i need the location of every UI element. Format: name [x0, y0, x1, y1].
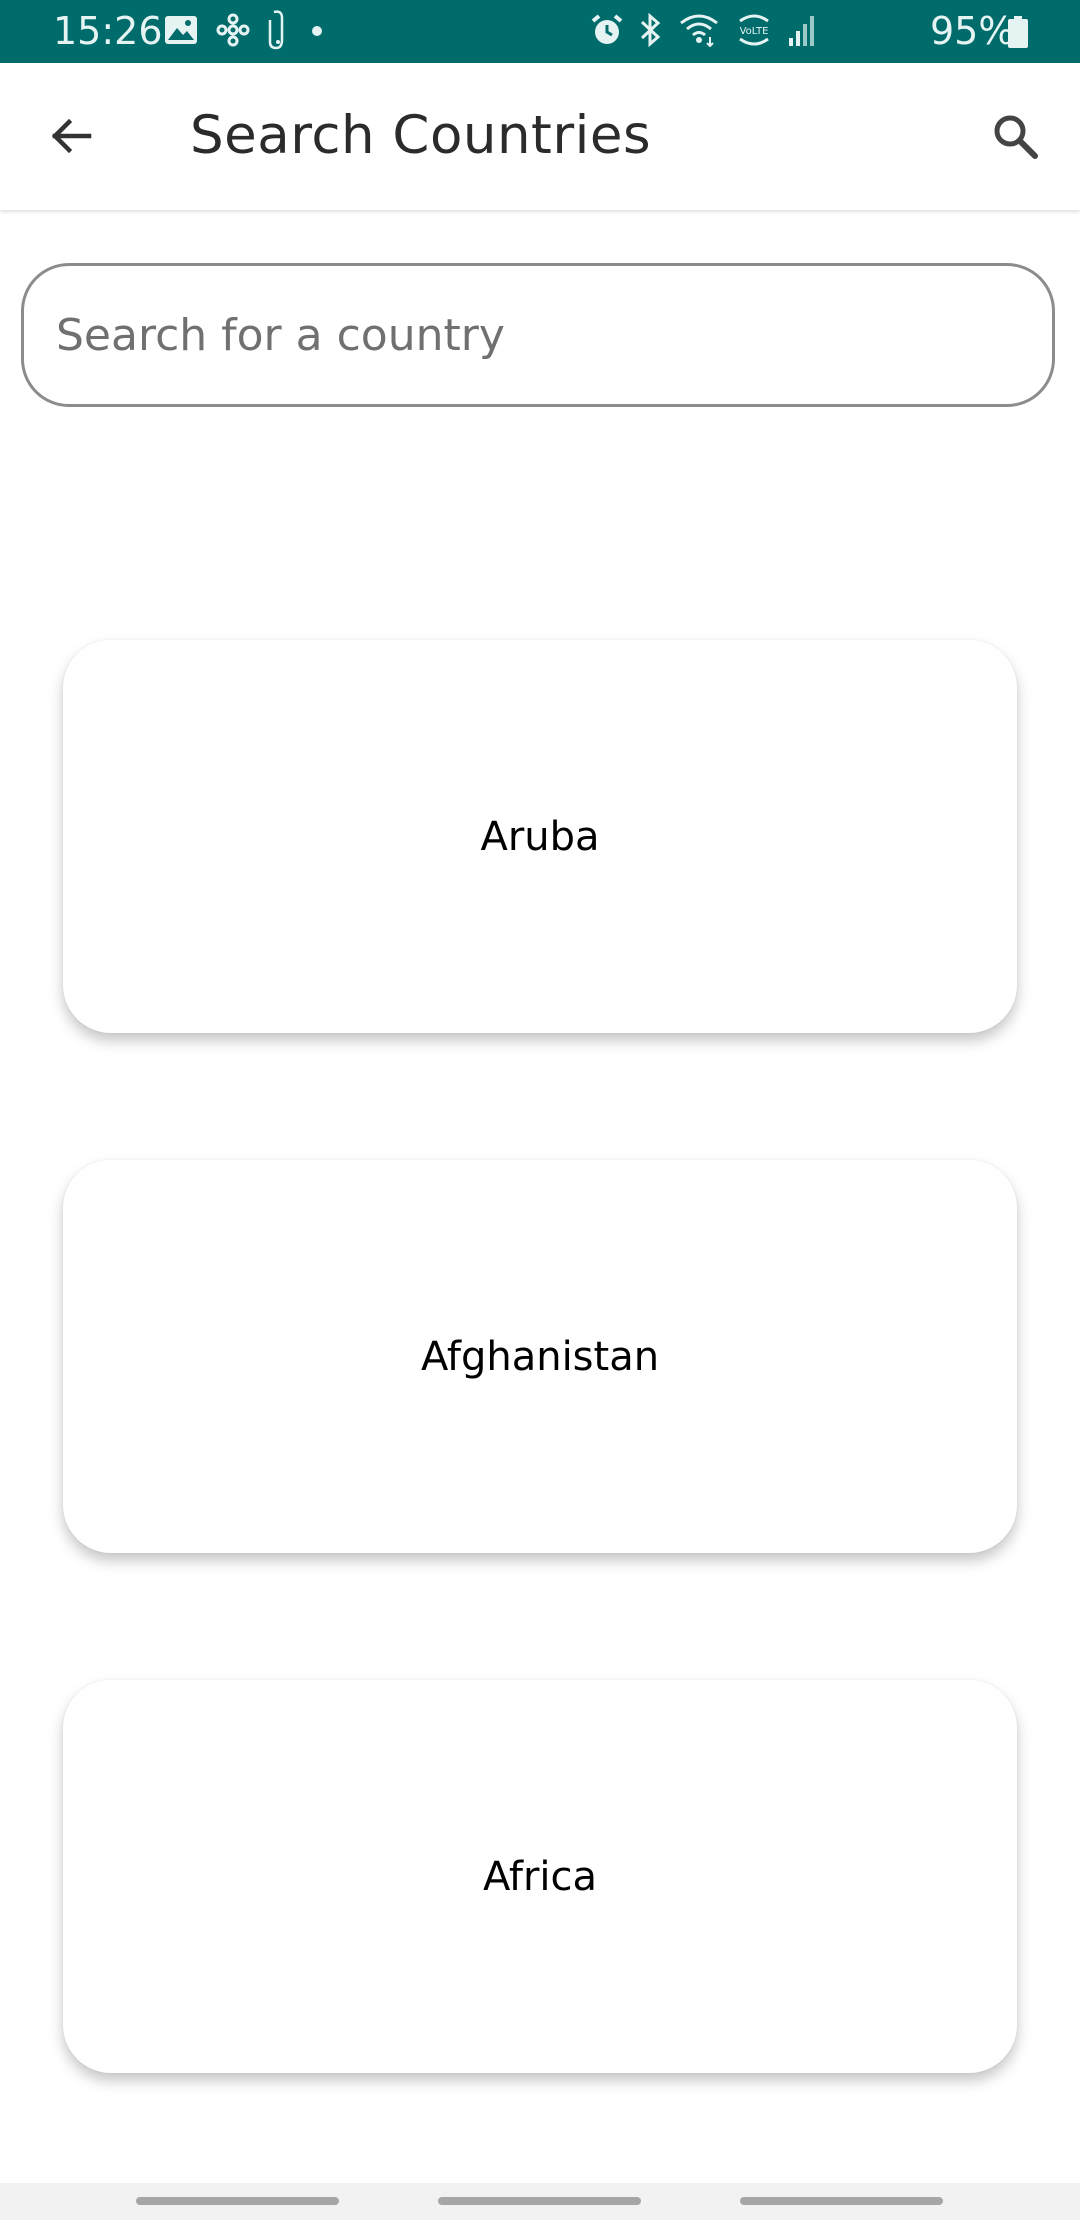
- status-time: 15:26: [53, 9, 163, 53]
- country-card[interactable]: Aruba: [63, 640, 1017, 1033]
- home-button[interactable]: [438, 2197, 641, 2205]
- battery-percent: 95%: [930, 9, 1015, 53]
- battery-icon: [1008, 16, 1028, 48]
- search-button[interactable]: [980, 103, 1050, 173]
- recent-apps-button[interactable]: [136, 2197, 339, 2205]
- wifi-icon: [678, 13, 720, 51]
- country-card[interactable]: Africa: [63, 1680, 1017, 2073]
- gallery-icon: [164, 15, 198, 49]
- tag-icon: [268, 10, 292, 54]
- app-bar: Search Countries: [0, 63, 1080, 210]
- status-right-icons: VoLTE: [590, 12, 818, 52]
- navigation-bar: [0, 2183, 1080, 2220]
- volte-icon: VoLTE: [734, 13, 774, 51]
- search-icon: [990, 111, 1040, 165]
- alarm-icon: [590, 13, 624, 51]
- search-input[interactable]: [54, 308, 1018, 362]
- signal-icon: [788, 14, 818, 50]
- country-label: Aruba: [480, 813, 600, 860]
- screen: 15:26 VoLTE 95% Search Countries Search …: [0, 0, 1080, 2220]
- fan-icon: [216, 13, 250, 51]
- dot-icon: [310, 23, 324, 42]
- svg-text:VoLTE: VoLTE: [740, 26, 769, 37]
- arrow-left-icon: [47, 112, 95, 164]
- status-bar: 15:26 VoLTE 95%: [0, 0, 1080, 63]
- country-label: Africa: [482, 1853, 598, 1900]
- search-field[interactable]: [21, 263, 1055, 407]
- country-card[interactable]: Afghanistan: [63, 1160, 1017, 1553]
- back-button[interactable]: [36, 103, 106, 173]
- country-label: Afghanistan: [420, 1333, 660, 1380]
- back-nav-button[interactable]: [740, 2197, 943, 2205]
- status-left-icons: [164, 10, 324, 54]
- page-title: Search Countries: [190, 105, 652, 166]
- bluetooth-icon: [638, 12, 664, 52]
